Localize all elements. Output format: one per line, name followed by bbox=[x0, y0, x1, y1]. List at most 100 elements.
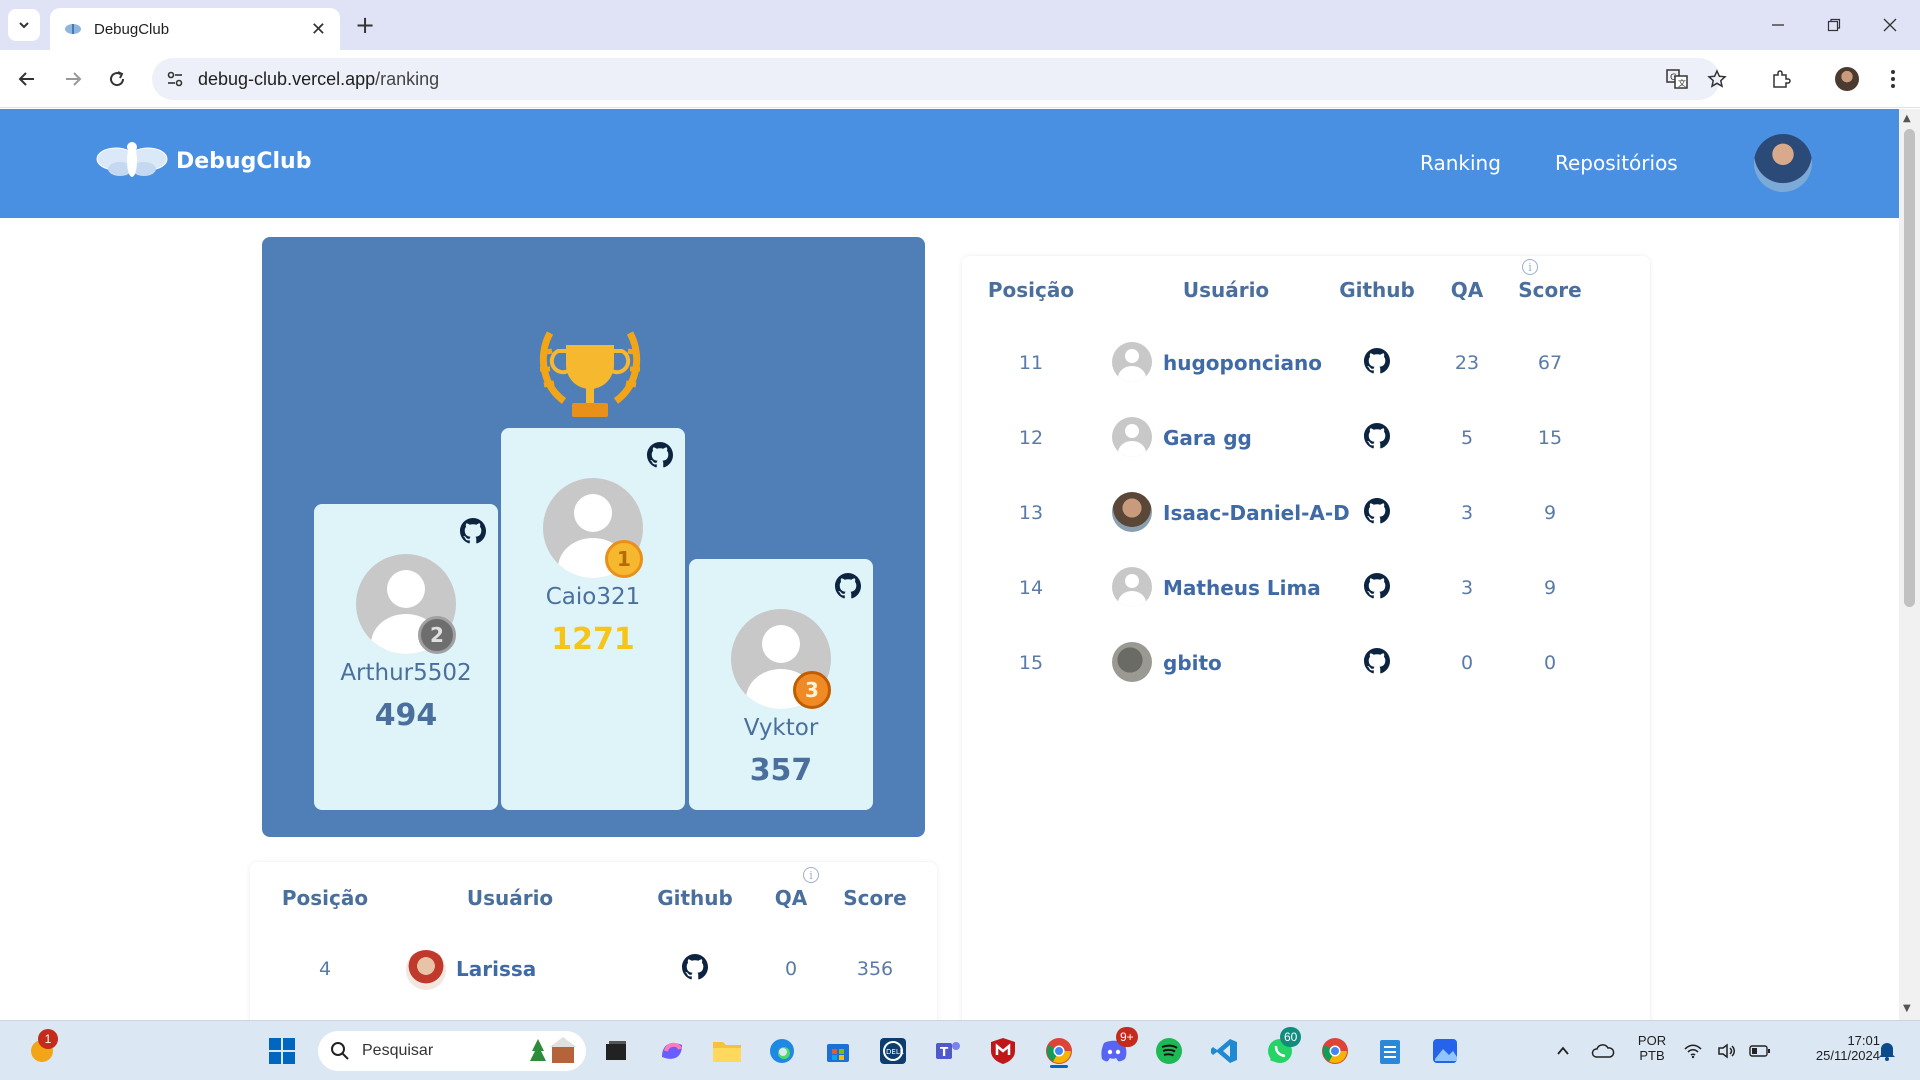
clock[interactable]: 17:01 25/11/2024 bbox=[1780, 1033, 1880, 1063]
chrome-app-active[interactable] bbox=[1039, 1031, 1079, 1071]
wifi-button[interactable] bbox=[1678, 1031, 1708, 1071]
start-button[interactable] bbox=[262, 1031, 302, 1071]
row-score: 356 bbox=[856, 958, 894, 980]
cicada-favicon-icon bbox=[65, 24, 81, 34]
spotify-app[interactable] bbox=[1149, 1031, 1189, 1071]
podium-name-third: Vyktor bbox=[743, 715, 819, 741]
site-info-icon[interactable] bbox=[166, 70, 184, 88]
col-header-position: Posição bbox=[281, 886, 369, 910]
browser-tab[interactable]: DebugClub ✕ bbox=[50, 8, 340, 50]
chrome-app[interactable] bbox=[1315, 1031, 1355, 1071]
vscode-icon bbox=[1211, 1039, 1237, 1063]
row-position: 4 bbox=[318, 958, 332, 980]
whatsapp-app[interactable]: 60 bbox=[1260, 1027, 1302, 1071]
windows-icon bbox=[269, 1038, 295, 1064]
row-username[interactable]: Larissa bbox=[456, 957, 536, 981]
svg-text:文: 文 bbox=[1678, 78, 1686, 88]
github-icon[interactable] bbox=[1364, 423, 1390, 449]
podium-card-first: 1 Caio321 1271 bbox=[501, 428, 685, 810]
teams-icon: T bbox=[936, 1042, 960, 1059]
row-username[interactable]: gbito bbox=[1163, 651, 1222, 675]
minimize-button[interactable] bbox=[1750, 0, 1806, 50]
site-header: DebugClub Ranking Repositórios bbox=[0, 109, 1899, 218]
new-tab-button[interactable]: + bbox=[350, 10, 380, 40]
profile-button[interactable] bbox=[1830, 62, 1864, 96]
notifications-button[interactable] bbox=[1872, 1031, 1902, 1071]
github-icon[interactable] bbox=[460, 518, 486, 544]
edge-app[interactable] bbox=[762, 1031, 802, 1071]
reload-button[interactable] bbox=[100, 62, 134, 96]
row-qa: 0 bbox=[1460, 652, 1474, 674]
github-icon[interactable] bbox=[1364, 498, 1390, 524]
folder-icon bbox=[713, 1042, 741, 1062]
battery-button[interactable] bbox=[1745, 1031, 1775, 1071]
nav-repositories-link[interactable]: Repositórios bbox=[1555, 151, 1678, 175]
row-position: 15 bbox=[1018, 652, 1044, 674]
chrome-icon bbox=[1046, 1038, 1072, 1064]
scroll-up-icon[interactable]: ▲ bbox=[1903, 113, 1911, 124]
github-icon[interactable] bbox=[1364, 348, 1390, 374]
tray-overflow-button[interactable] bbox=[1543, 1031, 1583, 1071]
file-explorer-app[interactable] bbox=[707, 1031, 747, 1071]
chevron-down-icon bbox=[19, 22, 29, 29]
photos-icon bbox=[1433, 1039, 1457, 1063]
row-username[interactable]: hugoponciano bbox=[1163, 351, 1322, 375]
extensions-button[interactable] bbox=[1764, 62, 1798, 96]
row-username[interactable]: Isaac-Daniel-A-D bbox=[1163, 501, 1350, 525]
podium-name-first: Caio321 bbox=[545, 584, 641, 610]
store-icon bbox=[827, 1044, 849, 1062]
store-app[interactable] bbox=[818, 1031, 858, 1071]
browser-tab-bar: DebugClub ✕ + bbox=[0, 0, 1920, 50]
github-icon[interactable] bbox=[682, 954, 708, 980]
nav-ranking-link[interactable]: Ranking bbox=[1420, 151, 1501, 175]
taskbar-search[interactable]: Pesquisar bbox=[318, 1031, 586, 1071]
back-button[interactable] bbox=[10, 62, 44, 96]
vscode-app[interactable] bbox=[1204, 1031, 1244, 1071]
volume-button[interactable] bbox=[1712, 1031, 1742, 1071]
row-position: 12 bbox=[1018, 427, 1044, 449]
bookmark-button[interactable] bbox=[1700, 62, 1734, 96]
chrome-icon bbox=[1322, 1038, 1348, 1064]
puzzle-icon bbox=[1773, 70, 1791, 88]
scroll-down-icon[interactable]: ▼ bbox=[1903, 1003, 1911, 1014]
qa-info-icon[interactable]: i bbox=[1522, 259, 1538, 275]
star-icon bbox=[1707, 69, 1727, 88]
qa-info-icon[interactable]: i bbox=[803, 867, 819, 883]
wifi-icon bbox=[1684, 1044, 1702, 1059]
notepad-app[interactable] bbox=[1370, 1031, 1410, 1071]
browser-menu-button[interactable] bbox=[1876, 62, 1910, 96]
github-icon[interactable] bbox=[835, 573, 861, 599]
site-logo[interactable]: DebugClub bbox=[96, 139, 311, 183]
copilot-app[interactable] bbox=[652, 1031, 692, 1071]
mcafee-app[interactable] bbox=[983, 1031, 1023, 1071]
task-view-button[interactable] bbox=[596, 1031, 636, 1071]
github-icon[interactable] bbox=[1364, 573, 1390, 599]
input-language[interactable]: POR PTB bbox=[1632, 1033, 1672, 1063]
col-header-user: Usuário bbox=[1182, 278, 1270, 302]
github-icon[interactable] bbox=[647, 442, 673, 468]
translate-button[interactable]: G文 bbox=[1660, 62, 1694, 96]
teams-app[interactable]: T bbox=[928, 1031, 968, 1071]
github-icon[interactable] bbox=[1364, 648, 1390, 674]
onedrive-button[interactable] bbox=[1583, 1031, 1623, 1071]
row-position: 11 bbox=[1018, 352, 1044, 374]
dell-app[interactable]: DELL bbox=[873, 1031, 913, 1071]
user-avatar[interactable] bbox=[1754, 134, 1812, 192]
page-scrollbar[interactable]: ▲ ▼ bbox=[1899, 109, 1920, 1020]
tab-list-button[interactable] bbox=[8, 9, 40, 41]
edge-icon bbox=[770, 1039, 794, 1063]
dell-icon: DELL bbox=[880, 1038, 906, 1064]
close-window-button[interactable] bbox=[1862, 0, 1918, 50]
photos-app[interactable] bbox=[1425, 1031, 1465, 1071]
forward-button[interactable] bbox=[56, 62, 90, 96]
tab-close-icon[interactable]: ✕ bbox=[311, 19, 326, 40]
scroll-thumb[interactable] bbox=[1904, 129, 1915, 607]
widgets-button[interactable]: 1 bbox=[22, 1029, 62, 1071]
discord-app[interactable]: 9+ bbox=[1094, 1027, 1138, 1071]
row-username[interactable]: Matheus Lima bbox=[1163, 576, 1321, 600]
address-bar[interactable]: debug-club.vercel.app/ranking bbox=[152, 58, 1720, 100]
row-username[interactable]: Gara gg bbox=[1163, 426, 1252, 450]
speaker-icon bbox=[1718, 1043, 1735, 1059]
ranking-table-right: Posição Usuário Github QA i Score 11 hug… bbox=[962, 256, 1650, 1036]
restore-button[interactable] bbox=[1806, 0, 1862, 50]
